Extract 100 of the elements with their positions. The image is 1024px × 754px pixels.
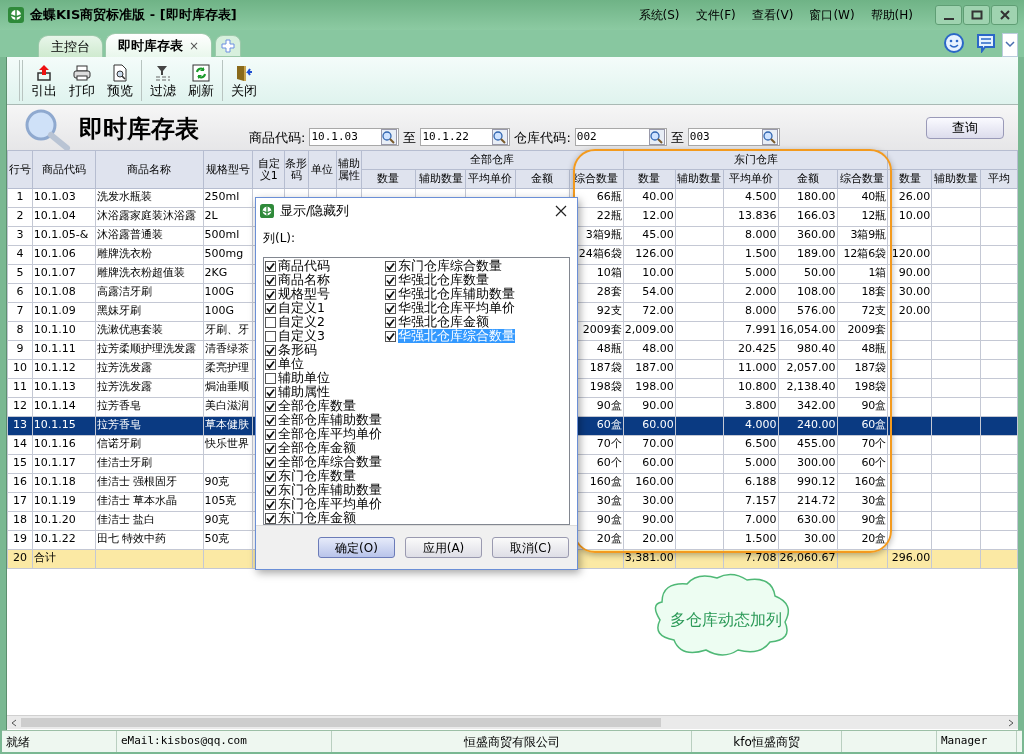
checkbox[interactable] bbox=[265, 274, 276, 286]
column-option[interactable]: 辅助属性 bbox=[278, 385, 330, 400]
checkbox[interactable] bbox=[265, 386, 276, 398]
dialog-button[interactable]: 确定(O) bbox=[318, 537, 395, 559]
column-header[interactable]: 行号 bbox=[7, 150, 33, 189]
tab[interactable]: 主控台 bbox=[38, 35, 103, 57]
column-option[interactable]: 东门仓库金额 bbox=[278, 511, 356, 526]
search-icon[interactable] bbox=[761, 129, 778, 146]
table-cell: 90盒 bbox=[861, 513, 887, 526]
table-cell: 576.00 bbox=[797, 304, 836, 317]
close-button[interactable] bbox=[991, 5, 1018, 25]
close-icon[interactable] bbox=[555, 205, 567, 218]
scrollbar-thumb[interactable] bbox=[21, 718, 661, 727]
checkbox[interactable] bbox=[385, 288, 396, 300]
document-magnifier-icon[interactable] bbox=[111, 64, 129, 82]
dialog-button[interactable]: 应用(A) bbox=[405, 537, 482, 559]
toolbar-button-label[interactable]: 过滤 bbox=[150, 84, 176, 97]
column-header[interactable]: 自定义1 bbox=[252, 150, 285, 189]
column-option[interactable]: 东门仓库辅助数量 bbox=[278, 483, 382, 498]
column-header[interactable]: 单位 bbox=[308, 150, 337, 189]
input-field[interactable]: 003 bbox=[687, 128, 780, 147]
menu-item[interactable]: 查看(V) bbox=[751, 6, 794, 24]
column-header[interactable]: 规格型号 bbox=[203, 150, 253, 189]
table-cell: 7.991 bbox=[745, 323, 777, 336]
checkbox[interactable] bbox=[265, 302, 276, 314]
checkbox[interactable] bbox=[265, 400, 276, 412]
column-header[interactable]: 商品名称 bbox=[95, 150, 203, 189]
column-option[interactable]: 全部仓库平均单价 bbox=[278, 427, 382, 442]
checkbox[interactable] bbox=[265, 344, 276, 356]
column-header[interactable]: 商品代码 bbox=[32, 150, 96, 189]
dropdown-button[interactable] bbox=[1002, 33, 1018, 57]
column-option[interactable]: 全部仓库金额 bbox=[278, 441, 356, 456]
column-option[interactable]: 自定义3 bbox=[278, 329, 325, 344]
tab-close-icon[interactable]: × bbox=[189, 36, 200, 55]
minimize-button[interactable] bbox=[935, 5, 962, 25]
door-icon[interactable] bbox=[235, 64, 253, 82]
checkbox[interactable] bbox=[265, 428, 276, 440]
column-list[interactable]: 商品代码 商品名称 规格型号 自定义1 自定义2 自定义3 条形码 单位 辅助单位 辅助属性 全部仓库数量 全部仓库辅助数量 全部仓库平均单价 全部仓库金额 全部仓库综合数量 东门仓库数量 东门仓库辅助数量 东门仓库平均单价 东门仓库金额 东门仓库综合数量 华强北仓库数量 华强北仓库辅助数量 华强北仓库平均单价 华强北仓库金额 华强北仓库综合数量 bbox=[263, 257, 570, 526]
checkbox[interactable] bbox=[385, 316, 396, 328]
menu-item[interactable]: 窗口(W) bbox=[809, 6, 855, 24]
maximize-button[interactable] bbox=[963, 5, 990, 25]
column-option[interactable]: 规格型号 bbox=[278, 287, 330, 302]
input-field[interactable]: 10.1.03 bbox=[309, 128, 400, 147]
checkbox[interactable] bbox=[265, 372, 276, 384]
checkbox[interactable] bbox=[265, 414, 276, 426]
toolbar-button-label[interactable]: 关闭 bbox=[231, 84, 257, 97]
column-option[interactable]: 商品代码 bbox=[278, 259, 330, 274]
column-option[interactable]: 全部仓库数量 bbox=[278, 399, 356, 414]
checkbox[interactable] bbox=[385, 260, 396, 272]
printer-icon[interactable] bbox=[73, 64, 91, 82]
checkbox[interactable] bbox=[265, 484, 276, 496]
column-option[interactable]: 条形码 bbox=[278, 343, 317, 358]
smiley-icon[interactable] bbox=[944, 33, 964, 53]
checkbox[interactable] bbox=[265, 498, 276, 510]
column-option[interactable]: 东门仓库平均单价 bbox=[278, 497, 382, 512]
column-option[interactable]: 单位 bbox=[278, 357, 304, 372]
table-cell: 2009套 bbox=[847, 323, 887, 336]
column-option[interactable]: 全部仓库综合数量 bbox=[278, 455, 382, 470]
column-option[interactable]: 东门仓库综合数量 bbox=[398, 259, 502, 274]
menu-item[interactable]: 文件(F) bbox=[695, 6, 736, 24]
table-cell: 2 bbox=[16, 209, 24, 222]
refresh-icon[interactable] bbox=[192, 64, 210, 82]
table-cell: 189.00 bbox=[797, 247, 836, 260]
tab[interactable]: 即时库存表 × bbox=[105, 33, 213, 57]
checkbox[interactable] bbox=[265, 442, 276, 454]
dialog-button[interactable]: 取消(C) bbox=[492, 537, 569, 559]
checkbox[interactable] bbox=[265, 358, 276, 370]
search-icon[interactable] bbox=[381, 129, 398, 146]
toolbar-button-label[interactable]: 刷新 bbox=[188, 84, 214, 97]
column-header[interactable]: 条形码 bbox=[284, 150, 309, 189]
column-option[interactable]: 全部仓库辅助数量 bbox=[278, 413, 382, 428]
message-icon[interactable] bbox=[976, 33, 996, 53]
input-field[interactable]: 002 bbox=[574, 128, 667, 147]
column-option[interactable]: 华强北仓库平均单价 bbox=[398, 301, 515, 316]
search-icon[interactable] bbox=[492, 129, 509, 146]
toolbar-button-label[interactable]: 打印 bbox=[69, 84, 95, 97]
toolbar-button-label[interactable]: 预览 bbox=[107, 84, 133, 97]
menu-item[interactable]: 帮助(H) bbox=[870, 6, 913, 24]
checkbox[interactable] bbox=[385, 330, 396, 342]
upload-icon[interactable] bbox=[35, 64, 53, 82]
checkbox[interactable] bbox=[265, 316, 276, 328]
checkbox[interactable] bbox=[265, 260, 276, 272]
checkbox[interactable] bbox=[265, 456, 276, 468]
checkbox[interactable] bbox=[385, 302, 396, 314]
checkbox[interactable] bbox=[265, 288, 276, 300]
filter-icon[interactable] bbox=[154, 64, 172, 82]
query-button[interactable]: 查询 bbox=[926, 117, 1004, 139]
checkbox[interactable] bbox=[265, 512, 276, 524]
column-option[interactable]: 东门仓库数量 bbox=[278, 469, 356, 484]
menu-item[interactable]: 系统(S) bbox=[638, 6, 680, 24]
column-option[interactable]: 辅助单位 bbox=[278, 371, 330, 386]
checkbox[interactable] bbox=[265, 470, 276, 482]
column-option[interactable]: 自定义1 bbox=[278, 301, 325, 316]
column-option[interactable]: 华强北仓库辅助数量 bbox=[398, 287, 515, 302]
toolbar-button-label[interactable]: 引出 bbox=[31, 84, 57, 97]
checkbox[interactable] bbox=[385, 274, 396, 286]
input-field[interactable]: 10.1.22 bbox=[420, 128, 511, 147]
column-header[interactable]: 辅助属性 bbox=[336, 150, 362, 189]
search-icon[interactable] bbox=[648, 129, 665, 146]
checkbox[interactable] bbox=[265, 330, 276, 342]
